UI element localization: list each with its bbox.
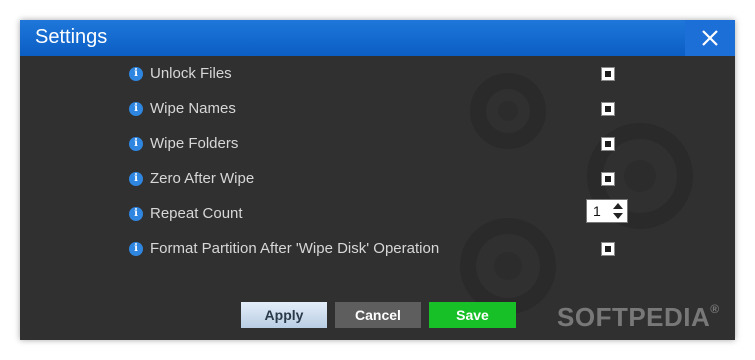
format-partition-checkbox[interactable]: [601, 242, 615, 256]
setting-label: Wipe Folders: [150, 135, 239, 152]
setting-label: Wipe Names: [150, 100, 236, 117]
watermark-text: SOFTPEDIA: [557, 302, 711, 332]
info-icon[interactable]: i: [129, 172, 143, 186]
registered-mark: ®: [710, 302, 720, 316]
setting-row-zero-after-wipe: i Zero After Wipe: [129, 168, 649, 190]
repeat-count-value[interactable]: 1: [593, 203, 601, 219]
info-icon[interactable]: i: [129, 137, 143, 151]
setting-row-repeat-count: i Repeat Count 1: [129, 199, 649, 225]
settings-dialog: Settings i Unlock Files i Wipe Names i W…: [20, 20, 735, 340]
info-icon[interactable]: i: [129, 207, 143, 221]
window-title: Settings: [35, 26, 108, 48]
cancel-button[interactable]: Cancel: [335, 302, 421, 328]
spin-up-arrow-icon[interactable]: [612, 201, 624, 211]
zero-after-wipe-checkbox[interactable]: [601, 172, 615, 186]
setting-row-unlock-files: i Unlock Files: [129, 63, 649, 85]
apply-button[interactable]: Apply: [241, 302, 327, 328]
info-icon[interactable]: i: [129, 102, 143, 116]
setting-label: Zero After Wipe: [150, 170, 255, 187]
save-button[interactable]: Save: [429, 302, 516, 328]
setting-label: Unlock Files: [150, 65, 232, 82]
close-button[interactable]: [685, 20, 735, 56]
setting-row-wipe-folders: i Wipe Folders: [129, 133, 649, 155]
wipe-names-checkbox[interactable]: [601, 102, 615, 116]
spin-down-arrow-icon[interactable]: [612, 211, 624, 221]
softpedia-watermark: SOFTPEDIA®: [557, 302, 720, 333]
info-icon[interactable]: i: [129, 67, 143, 81]
wipe-folders-checkbox[interactable]: [601, 137, 615, 151]
unlock-files-checkbox[interactable]: [601, 67, 615, 81]
setting-label: Format Partition After 'Wipe Disk' Opera…: [150, 240, 440, 257]
title-bar: Settings: [20, 20, 735, 56]
setting-row-wipe-names: i Wipe Names: [129, 98, 649, 120]
info-icon[interactable]: i: [129, 242, 143, 256]
setting-row-format-partition: i Format Partition After 'Wipe Disk' Ope…: [129, 238, 649, 260]
repeat-count-spinner[interactable]: 1: [586, 199, 628, 223]
setting-label: Repeat Count: [150, 205, 243, 222]
close-icon: [702, 30, 718, 46]
